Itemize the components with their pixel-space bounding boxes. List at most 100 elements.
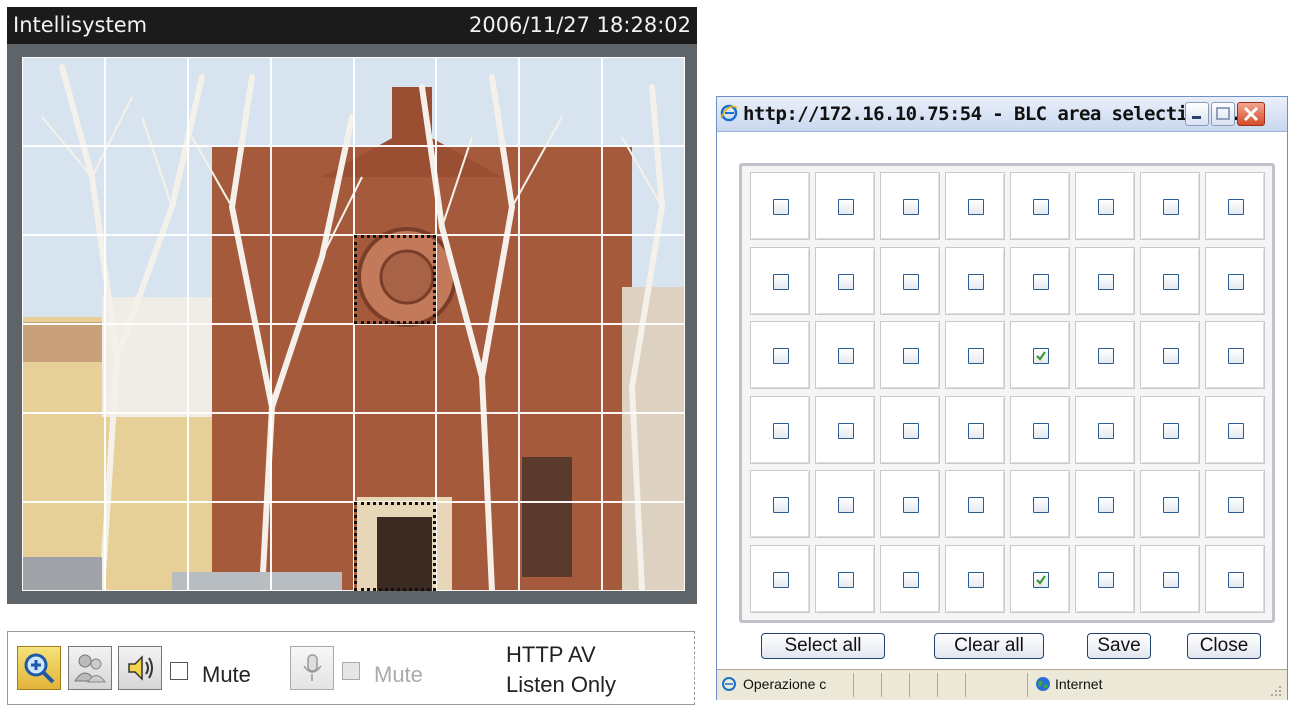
blc-area-checkbox[interactable]	[1098, 497, 1114, 513]
blc-grid-cell	[750, 246, 810, 315]
talk-button[interactable]	[290, 646, 334, 690]
blc-area-checkbox[interactable]	[773, 348, 789, 364]
blc-area-checkbox[interactable]	[903, 348, 919, 364]
camera-grid-cell	[602, 324, 685, 413]
listen-mode-label: Listen Only	[506, 672, 617, 697]
blc-area-checkbox[interactable]	[1228, 199, 1244, 215]
camera-grid-cell	[270, 235, 354, 324]
blc-area-checkbox[interactable]	[1163, 273, 1179, 290]
minimize-icon	[1192, 116, 1201, 119]
blc-area-checkbox[interactable]	[1033, 199, 1049, 215]
blc-grid-cell	[815, 470, 875, 538]
blc-area-checkbox[interactable]	[1098, 348, 1114, 364]
blc-area-checkbox[interactable]	[1228, 348, 1244, 364]
blc-area-checkbox[interactable]	[1033, 348, 1049, 364]
blc-area-checkbox[interactable]	[1228, 273, 1244, 290]
camera-grid-cell	[104, 324, 188, 413]
blc-area-checkbox[interactable]	[903, 199, 919, 215]
blc-area-checkbox[interactable]	[838, 348, 854, 364]
blc-area-checkbox[interactable]	[1098, 199, 1114, 215]
blc-popup-window: http://172.16.10.75:54 - BLC area select…	[716, 96, 1288, 700]
blc-area-checkbox[interactable]	[1098, 273, 1114, 290]
speaker-icon	[128, 655, 153, 681]
users-button[interactable]	[68, 646, 112, 690]
camera-grid-cell	[436, 413, 520, 502]
blc-area-checkbox[interactable]	[838, 497, 854, 513]
camera-grid-cell	[104, 146, 188, 235]
close-button[interactable]: Close	[1187, 633, 1261, 659]
status-divider	[1027, 673, 1028, 697]
blc-area-checkbox[interactable]	[1163, 422, 1179, 439]
blc-grid-cell	[1010, 544, 1070, 613]
blc-area-checkbox[interactable]	[968, 199, 984, 215]
camera-grid-cell	[519, 235, 603, 324]
blc-area-checkbox[interactable]	[1098, 571, 1114, 588]
blc-area-checkbox[interactable]	[903, 422, 919, 439]
blc-grid-cell	[1205, 544, 1265, 613]
blc-area-checkbox[interactable]	[838, 273, 854, 290]
blc-area-checkbox[interactable]	[968, 571, 984, 588]
camera-grid-cell	[104, 57, 188, 146]
blc-area-checkbox[interactable]	[1163, 199, 1179, 215]
blc-area-checkbox[interactable]	[1033, 497, 1049, 513]
camera-grid-cell	[519, 502, 603, 591]
camera-title: Intellisystem	[13, 13, 148, 37]
blc-area-checkbox[interactable]	[1163, 571, 1179, 588]
blc-grid-cell	[1010, 246, 1070, 315]
blc-area-checkbox[interactable]	[773, 273, 789, 290]
blc-area-checkbox[interactable]	[903, 273, 919, 290]
blc-area-checkbox[interactable]	[1098, 422, 1114, 439]
camera-grid-cell	[22, 235, 105, 324]
camera-grid-cell	[436, 324, 520, 413]
speaker-button[interactable]	[118, 646, 162, 690]
blc-area-checkbox[interactable]	[1033, 571, 1049, 588]
blc-grid-cell	[1010, 470, 1070, 538]
blc-grid-cell	[1140, 246, 1200, 315]
blc-area-checkbox[interactable]	[968, 422, 984, 439]
blc-area-checkbox[interactable]	[773, 422, 789, 439]
blc-area-checkbox[interactable]	[838, 199, 854, 215]
blc-area-checkbox[interactable]	[968, 497, 984, 513]
blc-grid-cell	[880, 470, 940, 538]
blc-area-checkbox[interactable]	[1033, 273, 1049, 290]
resize-grip-icon[interactable]	[1269, 684, 1283, 698]
clear-all-button[interactable]: Clear all	[934, 633, 1044, 659]
mute-checkbox[interactable]	[170, 662, 188, 680]
status-divider	[937, 673, 938, 697]
blc-area-checkbox[interactable]	[838, 571, 854, 588]
blc-area-checkbox[interactable]	[968, 348, 984, 364]
status-bar: Operazione c Internet	[717, 669, 1287, 700]
minimize-button[interactable]	[1185, 102, 1209, 126]
blc-area-checkbox[interactable]	[1228, 571, 1244, 588]
blc-area-checkbox[interactable]	[838, 422, 854, 439]
blc-grid-cell	[1205, 246, 1265, 315]
camera-grid-cell	[187, 57, 271, 146]
blc-area-checkbox[interactable]	[773, 199, 789, 215]
camera-grid-cell	[353, 324, 437, 413]
save-button[interactable]: Save	[1087, 633, 1151, 659]
blc-grid-cell	[815, 395, 875, 464]
camera-grid-cell	[519, 324, 603, 413]
camera-grid-cell	[270, 413, 354, 502]
blc-area-checkbox[interactable]	[1228, 497, 1244, 513]
blc-grid-cell	[945, 544, 1005, 613]
popup-titlebar[interactable]: http://172.16.10.75:54 - BLC area select…	[717, 97, 1287, 132]
close-window-button[interactable]	[1237, 102, 1265, 126]
blc-area-checkbox[interactable]	[1163, 497, 1179, 513]
blc-area-checkbox[interactable]	[968, 273, 984, 290]
blc-area-checkbox[interactable]	[773, 497, 789, 513]
blc-area-checkbox[interactable]	[1163, 348, 1179, 364]
maximize-button[interactable]	[1211, 102, 1235, 126]
blc-area-checkbox[interactable]	[1033, 422, 1049, 439]
camera-grid-cell	[602, 235, 685, 324]
blc-area-grid	[739, 163, 1275, 623]
blc-area-checkbox[interactable]	[773, 571, 789, 588]
zoom-button[interactable]	[17, 646, 61, 690]
blc-grid-cell	[750, 470, 810, 538]
blc-grid-cell	[945, 321, 1005, 389]
camera-grid-cell	[519, 57, 603, 146]
blc-area-checkbox[interactable]	[1228, 422, 1244, 439]
blc-area-checkbox[interactable]	[903, 571, 919, 588]
select-all-button[interactable]: Select all	[761, 633, 885, 659]
blc-area-checkbox[interactable]	[903, 497, 919, 513]
